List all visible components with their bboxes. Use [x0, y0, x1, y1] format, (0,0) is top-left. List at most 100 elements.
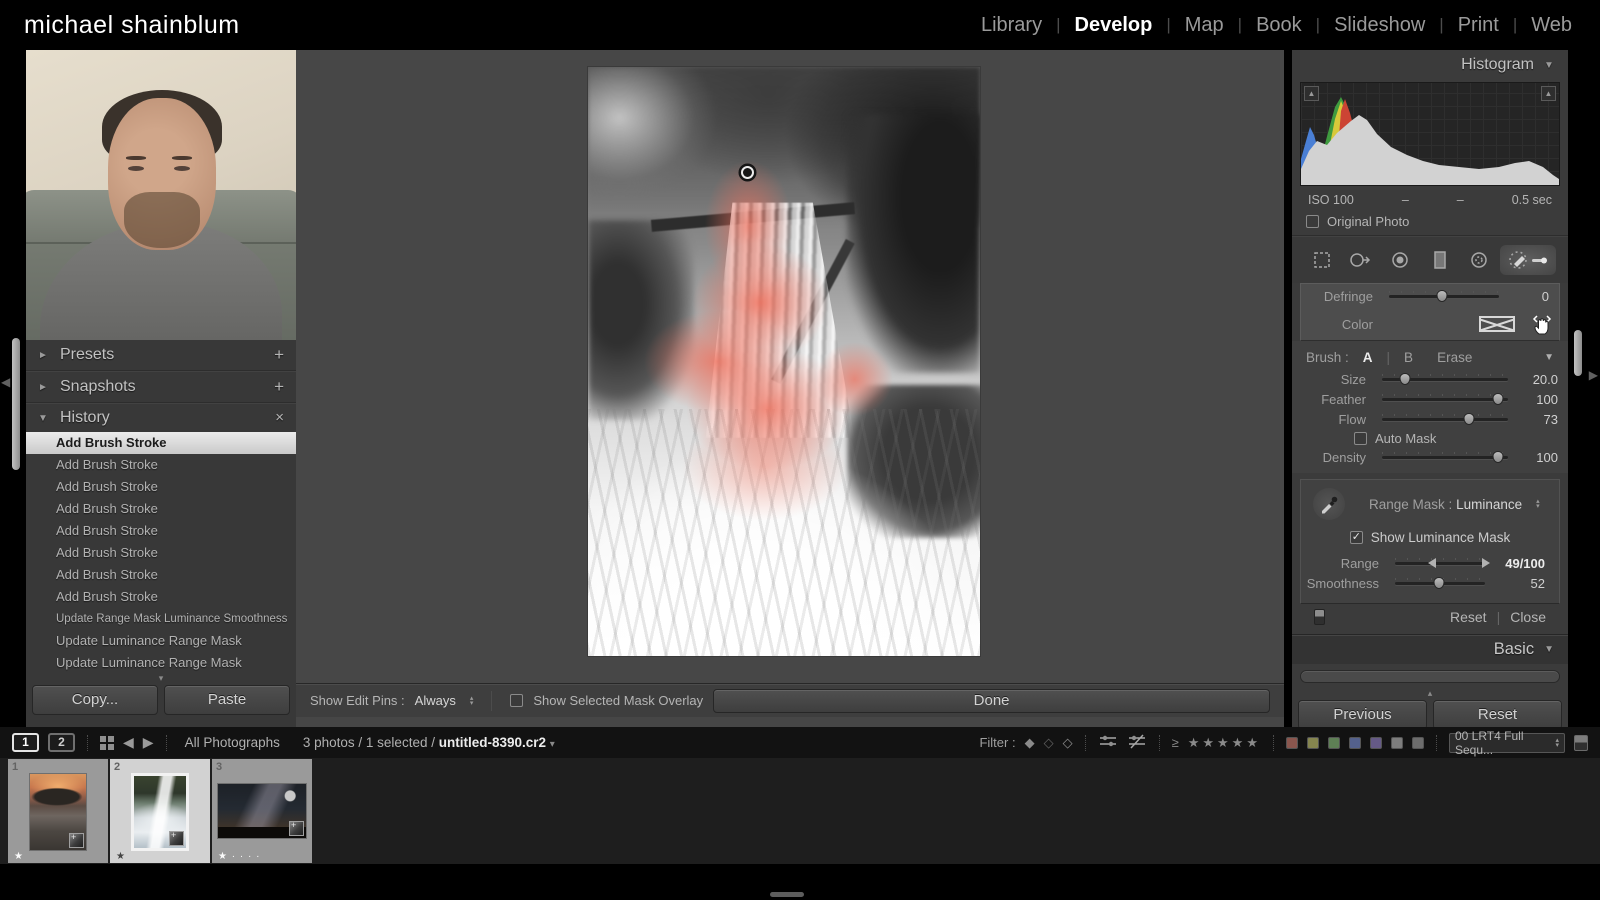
history-item[interactable]: Update Luminance Range Mask — [26, 630, 296, 652]
color-label-blue[interactable] — [1349, 737, 1361, 749]
crop-tool-icon[interactable] — [1304, 245, 1340, 275]
filmstrip-cell-selected[interactable]: 2 ★ — [110, 759, 210, 863]
previous-photo-icon[interactable]: ◀ — [123, 734, 134, 751]
main-window-button[interactable]: 1 — [12, 733, 39, 752]
auto-mask-checkbox[interactable] — [1354, 432, 1367, 445]
edited-photo[interactable] — [588, 67, 980, 656]
smoothness-slider-thumb[interactable] — [1434, 577, 1445, 589]
history-item[interactable]: Update Range Mask Luminance Smoothness — [26, 608, 296, 630]
feather-value[interactable]: 100 — [1516, 392, 1558, 407]
range-slider[interactable] — [1395, 562, 1485, 565]
module-map[interactable]: Map — [1185, 14, 1224, 37]
brush-erase-button[interactable]: Erase — [1437, 350, 1472, 365]
adjustment-brush-tool-icon[interactable] — [1500, 245, 1556, 275]
clear-history-icon[interactable]: × — [275, 411, 284, 425]
star-rating-filter[interactable]: ★★★★★ — [1188, 735, 1261, 751]
history-panel-header[interactable]: ▼ History × — [26, 404, 296, 432]
smoothness-slider[interactable] — [1395, 582, 1485, 585]
paste-button[interactable]: Paste — [164, 685, 290, 715]
reset-button[interactable]: Reset — [1433, 700, 1562, 730]
rating-ge-icon[interactable]: ≥ — [1172, 735, 1179, 750]
unflagged-filter-icon[interactable]: ◇ — [1044, 735, 1054, 751]
color-label-none[interactable] — [1412, 737, 1424, 749]
density-slider-thumb[interactable] — [1492, 451, 1503, 463]
collapse-icon[interactable]: ▼ — [38, 413, 50, 424]
color-label-purple[interactable] — [1370, 737, 1382, 749]
basic-panel-header[interactable]: Basic ▼ — [1292, 634, 1568, 664]
collapse-icon[interactable]: ▼ — [1544, 60, 1556, 71]
selection-status[interactable]: 3 photos / 1 selected / untitled-8390.cr… — [303, 735, 555, 750]
panel-scrollbar-horizontal[interactable] — [1300, 670, 1560, 683]
second-window-button[interactable]: 2 — [48, 733, 75, 752]
spot-removal-tool-icon[interactable] — [1343, 245, 1379, 275]
color-label-custom[interactable] — [1391, 737, 1403, 749]
add-preset-icon[interactable]: + — [274, 348, 284, 362]
color-label-green[interactable] — [1328, 737, 1340, 749]
histogram-panel-header[interactable]: Histogram ▼ — [1292, 50, 1568, 80]
feather-slider-thumb[interactable] — [1492, 393, 1503, 405]
history-item[interactable]: Add Brush Stroke — [26, 476, 296, 498]
collapse-left-panel-icon[interactable]: ◀ — [1, 375, 10, 389]
history-item[interactable]: Update Luminance Range Mask — [26, 652, 296, 674]
filmstrip-cell[interactable]: 3 ★ · · · · — [212, 759, 312, 863]
color-swatch[interactable] — [1479, 316, 1515, 332]
thumbnail-waterfall[interactable] — [131, 773, 189, 851]
spinner-icon[interactable]: ▴▾ — [1536, 499, 1540, 509]
graduated-filter-tool-icon[interactable] — [1422, 245, 1458, 275]
copy-button[interactable]: Copy... — [32, 685, 158, 715]
history-item[interactable]: Add Brush Stroke — [26, 542, 296, 564]
original-photo-checkbox[interactable] — [1306, 215, 1319, 228]
collapse-icon[interactable]: ▼ — [1544, 352, 1554, 363]
density-value[interactable]: 100 — [1516, 450, 1558, 465]
range-high-handle[interactable] — [1482, 558, 1490, 568]
range-low-handle[interactable] — [1428, 558, 1436, 568]
feather-slider[interactable] — [1382, 398, 1508, 401]
history-item[interactable]: Add Brush Stroke — [26, 498, 296, 520]
filmstrip-scrollbar[interactable] — [770, 892, 804, 897]
show-luminance-checkbox[interactable] — [1350, 531, 1363, 544]
module-slideshow[interactable]: Slideshow — [1334, 14, 1425, 37]
photo-rating[interactable]: ★ — [116, 851, 126, 862]
flow-value[interactable]: 73 — [1516, 412, 1558, 427]
collapse-icon[interactable]: ▼ — [1544, 644, 1554, 655]
history-item[interactable]: Add Brush Stroke — [26, 520, 296, 542]
mask-overlay-checkbox[interactable] — [510, 694, 523, 707]
size-slider-thumb[interactable] — [1399, 373, 1410, 385]
presets-panel-header[interactable]: ► Presets + — [26, 340, 296, 370]
range-mask-dropdown[interactable]: Range Mask : Luminance — [1369, 497, 1522, 512]
done-button[interactable]: Done — [713, 689, 1270, 713]
reset-link[interactable]: Reset — [1450, 609, 1487, 625]
previous-button[interactable]: Previous — [1298, 700, 1427, 730]
module-develop[interactable]: Develop — [1075, 14, 1153, 37]
brush-a-button[interactable]: A — [1363, 350, 1373, 365]
filters-toggle-icon[interactable] — [1574, 735, 1588, 751]
density-slider[interactable] — [1382, 456, 1508, 459]
close-link[interactable]: Close — [1510, 609, 1546, 625]
defringe-slider[interactable] — [1389, 295, 1499, 298]
flagged-filter-icon[interactable]: ◆ — [1025, 735, 1035, 751]
flow-slider-thumb[interactable] — [1463, 413, 1474, 425]
history-item[interactable]: Add Brush Stroke — [26, 586, 296, 608]
radial-filter-tool-icon[interactable] — [1461, 245, 1497, 275]
module-book[interactable]: Book — [1256, 14, 1302, 37]
range-value[interactable]: 49/100 — [1493, 556, 1545, 571]
show-edit-pins-dropdown[interactable]: Always — [415, 693, 456, 708]
size-value[interactable]: 20.0 — [1516, 372, 1558, 387]
red-eye-tool-icon[interactable] — [1382, 245, 1418, 275]
histogram[interactable]: ▲ ▲ — [1300, 82, 1560, 186]
history-item[interactable]: Add Brush Stroke — [26, 454, 296, 476]
thumbnail-night-sky[interactable] — [217, 783, 307, 839]
thumbnail-sunset-beach[interactable] — [29, 773, 87, 851]
module-library[interactable]: Library — [981, 14, 1042, 37]
rating-edit-icon[interactable] — [1098, 733, 1118, 752]
filter-preset-dropdown[interactable]: 00 LRT4 Full Sequ... ▴▾ — [1449, 733, 1565, 753]
smoothness-value[interactable]: 52 — [1493, 576, 1545, 591]
module-print[interactable]: Print — [1458, 14, 1499, 37]
next-photo-icon[interactable]: ▶ — [143, 734, 154, 751]
module-web[interactable]: Web — [1531, 14, 1572, 37]
adjustment-badge-icon[interactable] — [169, 831, 184, 846]
rejected-filter-icon[interactable]: ◇ — [1063, 735, 1073, 751]
brush-edit-pin[interactable] — [741, 166, 754, 179]
expand-icon[interactable]: ► — [38, 382, 50, 393]
photo-rating[interactable]: ★ · · · · — [218, 851, 260, 862]
